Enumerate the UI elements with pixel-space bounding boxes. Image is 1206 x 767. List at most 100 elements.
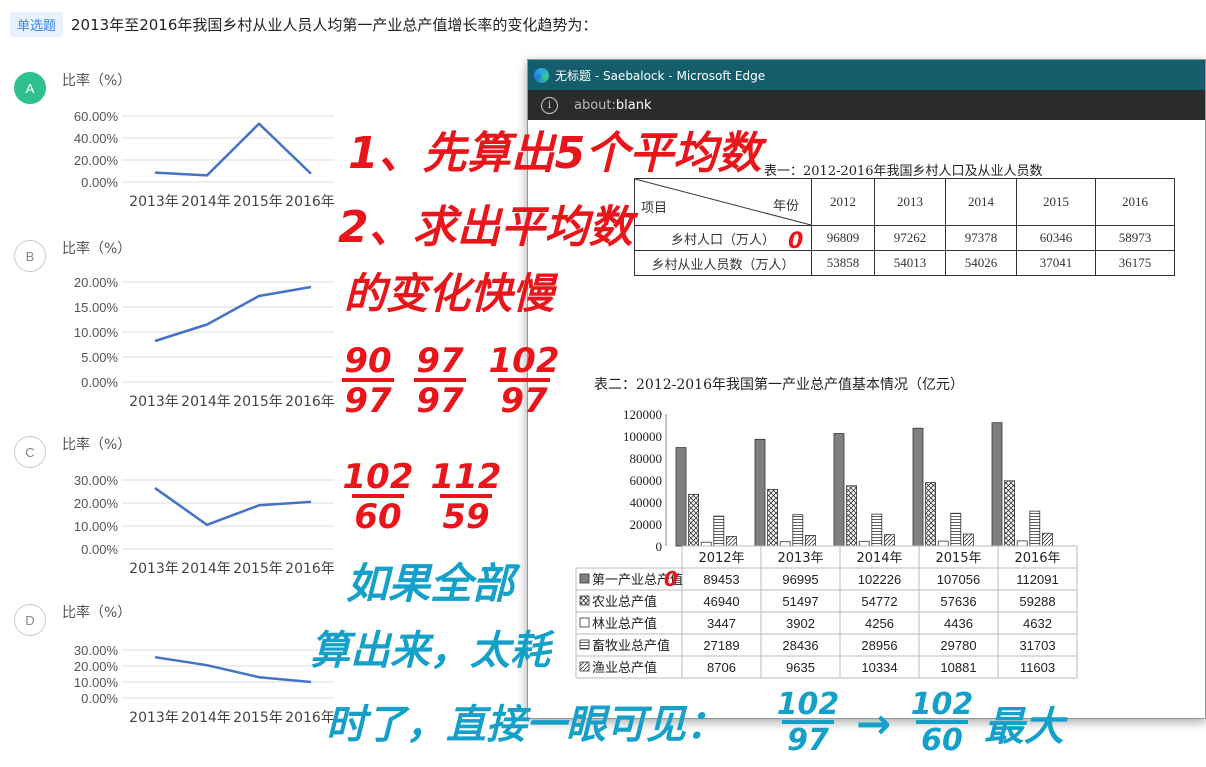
series-line: [154, 655, 312, 684]
table1-cell: 96809: [811, 225, 875, 251]
legend-swatch: [579, 595, 590, 606]
y-tick-label: 0.00%: [81, 375, 118, 390]
table1-cell: 58973: [1095, 225, 1175, 251]
series-line: [154, 487, 312, 527]
bar: [725, 536, 737, 547]
y-tick-label: 20.00%: [74, 153, 119, 168]
data-label: 9635: [786, 660, 815, 675]
legend-swatch: [579, 573, 590, 584]
y-tick-label: 0.00%: [81, 175, 118, 190]
x-tick-label: 2013年: [129, 710, 179, 726]
table1-year: 2012: [811, 178, 875, 226]
category-label: 2015年: [935, 551, 981, 566]
table-row: 乡村人口（万人） 96809 97262 97378 60346 58973: [634, 225, 1175, 251]
data-label: 59288: [1019, 594, 1055, 609]
category-label: 2016年: [1014, 551, 1060, 566]
bar: [858, 540, 870, 547]
bar: [833, 433, 845, 547]
table1-cell: 54013: [874, 250, 946, 276]
y-tick-label: 20.00%: [74, 496, 119, 511]
window-titlebar[interactable]: 无标题 - Saebalock - Microsoft Edge: [528, 60, 1205, 90]
table1-cell: 36175: [1095, 250, 1175, 276]
table1-cell: 54026: [945, 250, 1017, 276]
data-label: 28956: [861, 638, 897, 653]
data-label: 8706: [707, 660, 736, 675]
data-label: 89453: [703, 572, 739, 587]
address-prefix: about:: [574, 97, 616, 113]
y-tick-label: 15.00%: [74, 300, 119, 315]
bar: [883, 534, 895, 547]
fraction-denominator: 60: [354, 497, 401, 537]
table1-year: 2015: [1016, 178, 1096, 226]
bar: [950, 512, 962, 547]
series-line: [154, 285, 312, 343]
data-label: 11603: [1020, 660, 1055, 675]
corner-right: 年份: [772, 198, 799, 213]
y-tick-label: 120000: [623, 407, 662, 422]
x-tick-label: 2014年: [181, 561, 231, 577]
data-label: 3902: [786, 616, 815, 631]
y-tick-label: 40000: [630, 495, 663, 510]
data-label: 51497: [782, 594, 818, 609]
fraction-numerator: 112: [431, 457, 502, 497]
y-tick-label: 5.00%: [81, 350, 118, 365]
table1-cell: 37041: [1016, 250, 1096, 276]
option-a-chart: 60.00% 40.00% 20.00% 0.00% 2013年 2014年 2015年 20…: [74, 109, 335, 210]
data-label: 31703: [1019, 638, 1055, 653]
y-tick-label: 0.00%: [81, 691, 118, 706]
bar: [754, 438, 766, 547]
y-tick-label: 20.00%: [74, 275, 119, 290]
bar: [846, 485, 858, 547]
fraction-denominator: 97: [416, 381, 464, 421]
table2-bar-chart: 120000 100000 80000 60000 40000 20000 0 2012年 20…: [575, 407, 1078, 679]
corner-left: 项目: [641, 200, 668, 215]
edge-window[interactable]: 无标题 - Saebalock - Microsoft Edge i about…: [527, 59, 1206, 719]
data-label: 96995: [782, 572, 818, 587]
bar: [1004, 480, 1016, 547]
data-label: 46940: [703, 594, 739, 609]
legend-label: 渔业总产值: [592, 660, 657, 676]
y-tick-label: 100000: [623, 429, 662, 444]
table1-corner: 项目 年份: [634, 178, 812, 226]
blue-note-line1: 如果全部: [346, 559, 521, 608]
option-b[interactable]: B 比率（%） 20.00% 15.00% 10.00% 5.00% 0.00% 2013…: [14, 240, 344, 420]
y-tick-label: 10.00%: [74, 519, 119, 534]
bar: [991, 422, 1003, 547]
y-tick-label: 10.00%: [74, 675, 119, 690]
table1-title: 表一：2012-2016年我国乡村人口及从业人员数: [764, 164, 1043, 179]
table-row: 乡村从业人员数（万人） 53858 54013 54026 37041 3617…: [634, 250, 1175, 276]
category-label: 2013年: [777, 551, 823, 566]
fraction-numerator: 97: [416, 341, 464, 381]
table2-title: 表二：2012-2016年我国第一产业总产值基本情况（亿元）: [594, 377, 964, 393]
x-tick-label: 2015年: [233, 710, 283, 726]
data-label: 107056: [937, 572, 980, 587]
question-type-tag: 单选题: [10, 11, 64, 37]
x-tick-label: 2016年: [285, 394, 335, 410]
fraction-numerator: 102: [343, 457, 414, 497]
window-title: 无标题 - Saebalock - Microsoft Edge: [555, 68, 766, 83]
x-tick-label: 2014年: [181, 710, 231, 726]
address-bar[interactable]: i about: blank: [528, 90, 1205, 120]
fraction-denominator: 97: [344, 381, 392, 421]
fraction-bar: [782, 720, 834, 724]
info-icon[interactable]: i: [541, 96, 558, 114]
legend-swatch: [579, 661, 590, 672]
option-d-chart: 30.00%20.00%10.00%0.00% 2013年 2014年 2015年 20…: [74, 643, 335, 726]
table1-year: 2014: [945, 178, 1017, 226]
option-a[interactable]: A 比率（%） 60.00% 40.00% 20.00% 0.00% 2013年 2014…: [14, 72, 344, 222]
data-label: 54772: [861, 594, 897, 609]
bar: [700, 541, 712, 547]
bar: [1016, 540, 1028, 547]
fraction-numerator: 90: [344, 341, 391, 381]
option-d[interactable]: D 比率（%） 30.00% 20.00% 10.00% 0.00% 2013年 2014…: [14, 604, 344, 734]
data-label: 10334: [861, 660, 897, 675]
data-label: 29780: [940, 638, 976, 653]
data-label: 4632: [1023, 616, 1052, 631]
bar: [1029, 510, 1041, 547]
fraction-bar: [440, 494, 492, 498]
fraction-bar: [342, 378, 394, 382]
fraction-bar: [352, 494, 404, 498]
option-c[interactable]: C 比率（%） 30.00% 20.00% 10.00% 0.00% 2013年 2014…: [14, 436, 344, 586]
fraction-bar: [916, 720, 968, 724]
y-tick-label: 0: [656, 539, 663, 554]
